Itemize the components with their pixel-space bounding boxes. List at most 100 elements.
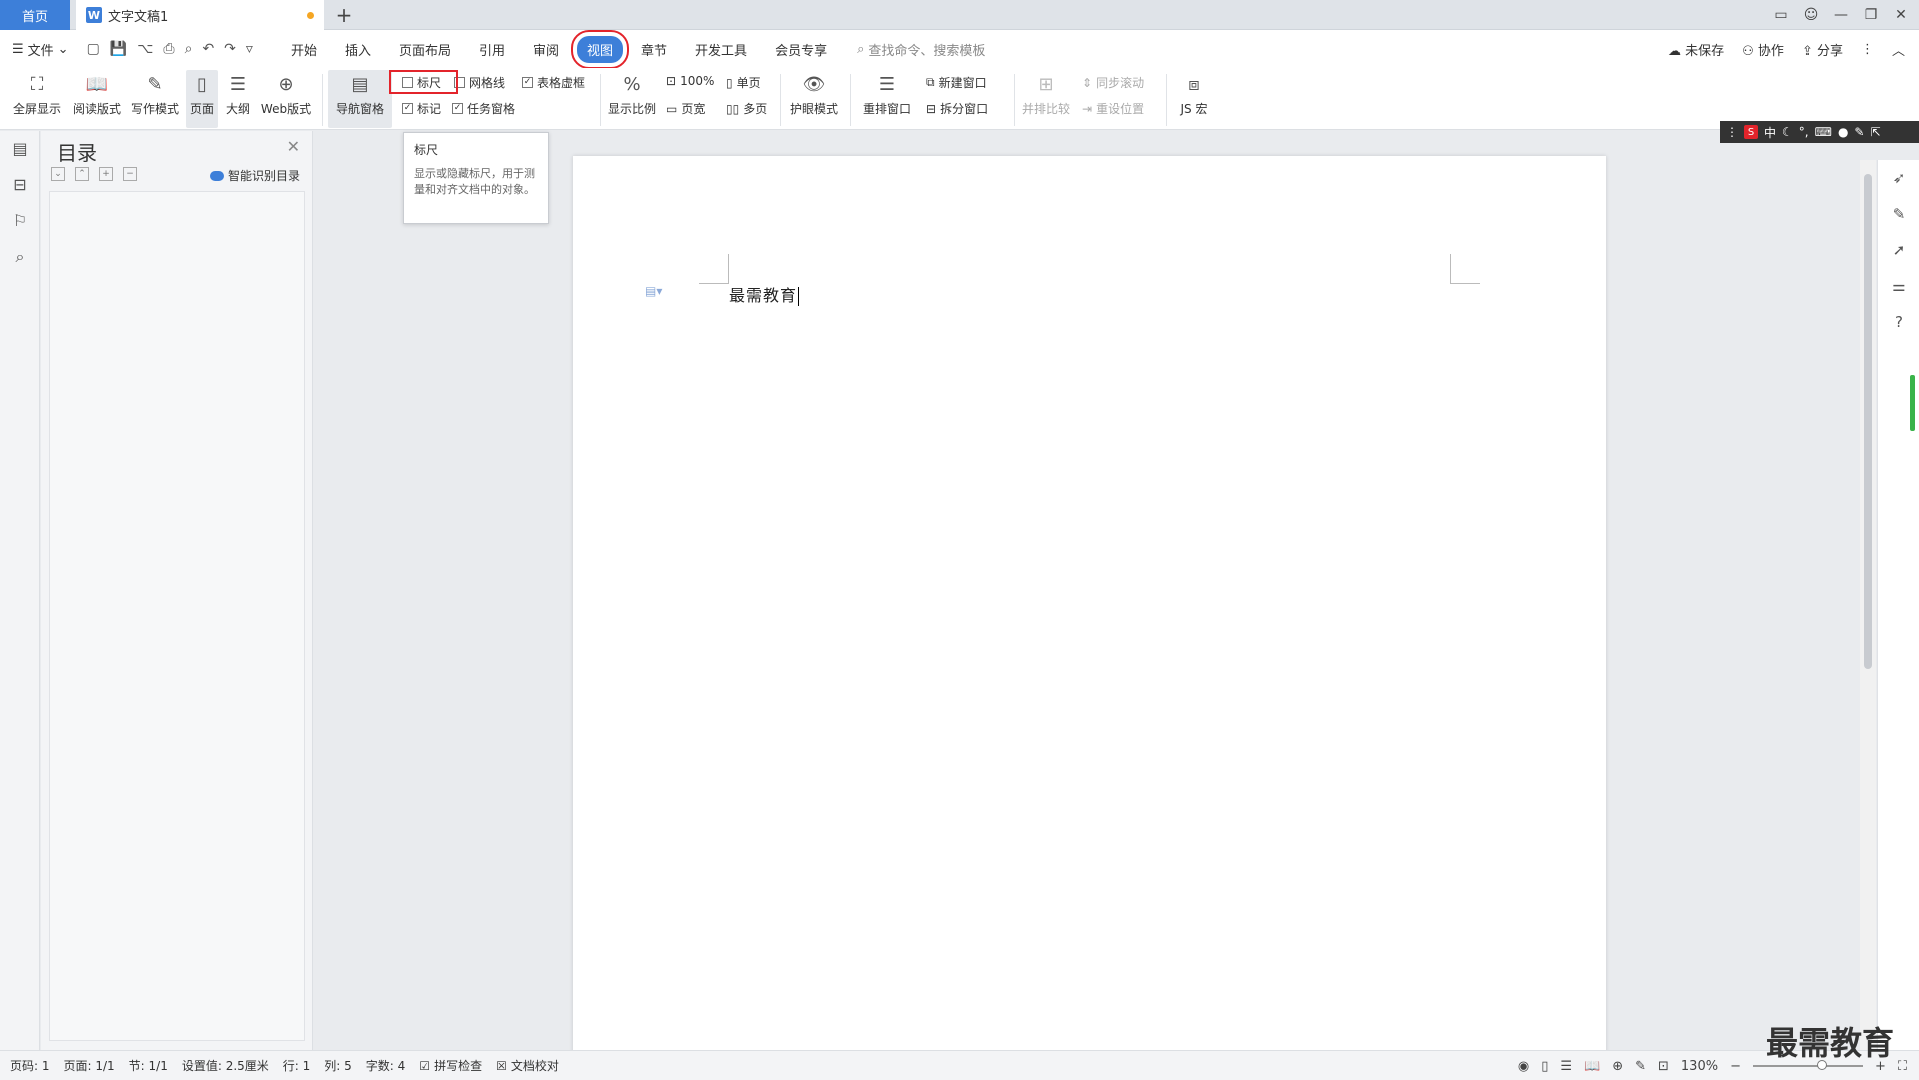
table-virtual-check[interactable]: ✓: [522, 77, 533, 88]
menu-chapter[interactable]: 章节: [631, 36, 677, 63]
proofread-button[interactable]: ☒ 文档校对: [496, 1057, 559, 1074]
status-pages[interactable]: 页面: 1/1: [64, 1057, 115, 1074]
marks-checkbox[interactable]: ✓ 标记: [402, 100, 441, 117]
fit-page-icon[interactable]: ⊡: [1658, 1059, 1669, 1074]
sync-scroll-button[interactable]: ⇕ 同步滚动: [1082, 74, 1144, 91]
menu-member[interactable]: 会员专享: [765, 36, 837, 63]
zoom-button[interactable]: % 显示比例: [606, 72, 658, 117]
task-pane-check[interactable]: ✓: [452, 103, 463, 114]
close-button[interactable]: ✕: [1887, 1, 1915, 29]
multi-page-button[interactable]: ▯▯ 多页: [726, 100, 767, 117]
close-icon[interactable]: ✕: [287, 137, 300, 156]
read-view-icon[interactable]: 📖: [1584, 1059, 1600, 1074]
tab-home[interactable]: 首页: [0, 0, 70, 30]
page-view-button[interactable]: ▯ 页面: [186, 70, 218, 128]
web-layout-button[interactable]: ⊕ Web版式: [258, 72, 314, 117]
punctuation-icon[interactable]: °,: [1799, 125, 1809, 139]
command-search[interactable]: ⌕ 查找命令、搜索模板: [857, 40, 985, 59]
status-section[interactable]: 节: 1/1: [129, 1057, 168, 1074]
zoom-out-button[interactable]: −: [1730, 1059, 1741, 1074]
reset-position-button[interactable]: ⇥ 重设位置: [1082, 100, 1144, 117]
print-preview-icon[interactable]: ⌕: [185, 41, 193, 57]
write-view-icon[interactable]: ✎: [1635, 1059, 1646, 1074]
zoom-level[interactable]: 130%: [1681, 1059, 1718, 1074]
user-icon[interactable]: ●: [1838, 125, 1848, 139]
scroll-thumb[interactable]: [1864, 174, 1872, 669]
menu-view[interactable]: 视图: [571, 29, 630, 69]
menu-references[interactable]: 引用: [469, 36, 515, 63]
rearrange-window-button[interactable]: ☰ 重排窗口: [856, 72, 918, 117]
file-menu-button[interactable]: ☰ 文件 ⌄: [12, 40, 69, 59]
save-icon[interactable]: 💾: [110, 41, 127, 57]
help-icon[interactable]: ?: [1878, 304, 1919, 340]
tab-document[interactable]: W 文字文稿1: [76, 0, 324, 30]
unsaved-button[interactable]: ☁ 未保存: [1668, 40, 1724, 59]
sliders-icon[interactable]: ⚌: [1878, 268, 1919, 304]
menu-page-layout[interactable]: 页面布局: [389, 36, 461, 63]
menu-start[interactable]: 开始: [281, 36, 327, 63]
nav-pane-button[interactable]: ▤ 导航窗格: [328, 70, 392, 128]
page-view-icon[interactable]: ▯: [1541, 1059, 1548, 1074]
format-painter-icon[interactable]: ⌥: [137, 41, 153, 57]
rocket-icon[interactable]: ➶: [1878, 160, 1919, 196]
share-button[interactable]: ⇪ 分享: [1802, 40, 1843, 59]
minimize-button[interactable]: —: [1827, 1, 1855, 29]
single-page-button[interactable]: ▯ 单页: [726, 74, 761, 91]
spell-check-button[interactable]: ☑ 拼写检查: [419, 1057, 482, 1074]
menu-review[interactable]: 审阅: [523, 36, 569, 63]
outline-view-icon[interactable]: ☰: [1560, 1059, 1572, 1074]
search-icon[interactable]: ⌕: [0, 239, 40, 275]
cursor-icon[interactable]: ➚: [1878, 232, 1919, 268]
eye-icon[interactable]: ◉: [1518, 1059, 1529, 1074]
web-view-icon[interactable]: ⊕: [1612, 1059, 1623, 1074]
document-page[interactable]: ▤▾ 最需教育: [573, 156, 1606, 1056]
zoom-slider[interactable]: [1752, 1060, 1863, 1070]
status-col[interactable]: 列: 5: [324, 1057, 352, 1074]
collab-button[interactable]: ⚇ 协作: [1742, 40, 1784, 59]
add-level-icon[interactable]: +: [99, 167, 113, 181]
chapter-nav-icon[interactable]: ⊟: [0, 167, 40, 203]
status-page-no[interactable]: 页码: 1: [10, 1057, 50, 1074]
redo-icon[interactable]: ↷: [224, 41, 236, 57]
avatar[interactable]: ☺: [1797, 1, 1825, 29]
wrench-icon[interactable]: ✎: [1854, 125, 1864, 139]
pencil-icon[interactable]: ✎: [1878, 196, 1919, 232]
add-tab-button[interactable]: +: [332, 3, 356, 27]
marks-check[interactable]: ✓: [402, 103, 413, 114]
ime-language[interactable]: 中: [1764, 124, 1776, 141]
toc-icon[interactable]: ▤: [0, 131, 40, 167]
status-words[interactable]: 字数: 4: [366, 1057, 406, 1074]
new-doc-icon[interactable]: ▢: [87, 41, 100, 57]
status-row[interactable]: 行: 1: [283, 1057, 311, 1074]
task-pane-checkbox[interactable]: ✓ 任务窗格: [452, 100, 515, 117]
write-mode-button[interactable]: ✎ 写作模式: [128, 72, 182, 117]
sogou-icon[interactable]: S: [1744, 125, 1758, 139]
js-macro-button[interactable]: ⧈ JS 宏: [1172, 72, 1216, 117]
menu-insert[interactable]: 插入: [335, 36, 381, 63]
zoom-100-button[interactable]: ⊡ 100%: [666, 74, 714, 88]
expand-all-icon[interactable]: ⌄: [51, 167, 65, 181]
status-setting[interactable]: 设置值: 2.5厘米: [182, 1057, 269, 1074]
collapse-all-icon[interactable]: ⌃: [75, 167, 89, 181]
page-width-button[interactable]: ▭ 页宽: [666, 100, 705, 117]
more-icon[interactable]: ⋮: [1861, 42, 1874, 57]
paragraph-layout-icon[interactable]: ▤▾: [645, 284, 662, 298]
remove-level-icon[interactable]: −: [123, 167, 137, 181]
document-text[interactable]: 最需教育: [729, 282, 800, 306]
print-icon[interactable]: ⎙: [163, 41, 174, 57]
customize-icon[interactable]: ▿: [246, 41, 253, 57]
split-window-button[interactable]: ⊟ 拆分窗口: [926, 100, 988, 117]
restore-button[interactable]: ❐: [1857, 1, 1885, 29]
read-mode-button[interactable]: 📖 阅读版式: [70, 72, 124, 117]
new-window-button[interactable]: ⧉ 新建窗口: [926, 74, 987, 91]
undo-icon[interactable]: ↶: [202, 41, 214, 57]
outline-button[interactable]: ☰ 大纲: [222, 72, 254, 117]
page-count-icon[interactable]: ▭: [1767, 1, 1795, 29]
grip-icon[interactable]: ⋮: [1726, 125, 1738, 139]
vertical-scrollbar[interactable]: [1860, 160, 1876, 1050]
collapse-ribbon-icon[interactable]: ︿: [1892, 40, 1905, 59]
bookmark-icon[interactable]: ⚐: [0, 203, 40, 239]
fullscreen-icon[interactable]: ⛶: [1898, 1059, 1907, 1074]
eye-mode-button[interactable]: 👁 护眼模式: [786, 72, 842, 117]
side-compare-button[interactable]: ⊞ 并排比较: [1020, 72, 1072, 117]
